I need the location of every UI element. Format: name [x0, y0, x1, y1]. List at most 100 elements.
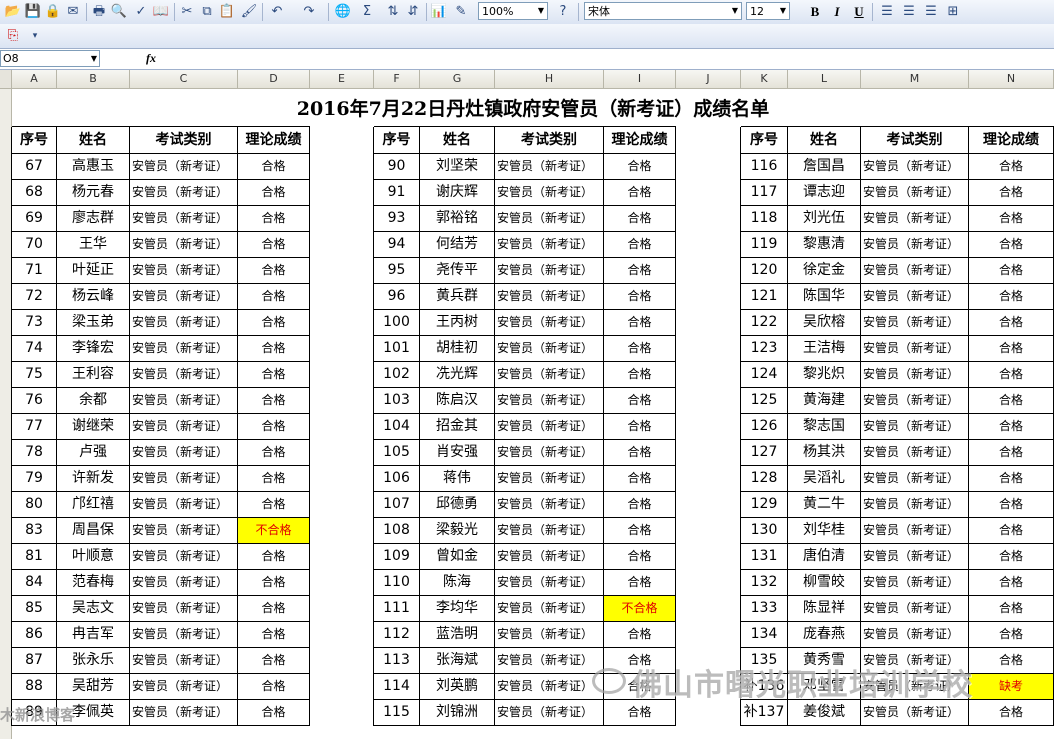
category-cell[interactable]: 安管员（新考证）: [861, 544, 969, 570]
name-cell[interactable]: 唐伯清: [788, 544, 861, 570]
seq-cell[interactable]: 114: [374, 674, 420, 700]
score-cell[interactable]: 合格: [604, 336, 676, 362]
score-cell[interactable]: 合格: [969, 232, 1054, 258]
category-cell[interactable]: 安管员（新考证）: [861, 258, 969, 284]
seq-cell[interactable]: 78: [12, 440, 57, 466]
category-cell[interactable]: 安管员（新考证）: [495, 258, 604, 284]
seq-cell[interactable]: 83: [12, 518, 57, 544]
score-cell[interactable]: 合格: [604, 570, 676, 596]
name-cell[interactable]: 詹国昌: [788, 154, 861, 180]
seq-cell[interactable]: 91: [374, 180, 420, 206]
align-right-icon[interactable]: ☰: [922, 3, 940, 21]
score-cell[interactable]: 合格: [604, 492, 676, 518]
underline-button[interactable]: U: [850, 3, 868, 21]
name-cell[interactable]: 邓坚雪: [788, 674, 861, 700]
seq-cell[interactable]: 133: [741, 596, 788, 622]
score-cell[interactable]: 合格: [604, 310, 676, 336]
seq-cell[interactable]: 69: [12, 206, 57, 232]
name-cell[interactable]: 王华: [57, 232, 130, 258]
category-cell[interactable]: 安管员（新考证）: [495, 700, 604, 726]
column-header-3[interactable]: C: [130, 70, 238, 89]
paste-icon[interactable]: 📋: [218, 3, 236, 21]
undo-icon[interactable]: ↶: [268, 3, 286, 21]
name-cell[interactable]: 蒋伟: [420, 466, 495, 492]
name-cell[interactable]: 高惠玉: [57, 154, 130, 180]
bold-button[interactable]: B: [806, 3, 824, 21]
formula-input[interactable]: [166, 51, 1046, 67]
category-cell[interactable]: 安管员（新考证）: [861, 674, 969, 700]
name-cell[interactable]: 王利容: [57, 362, 130, 388]
seq-cell[interactable]: 123: [741, 336, 788, 362]
open-icon[interactable]: 📂: [4, 3, 22, 21]
category-cell[interactable]: 安管员（新考证）: [495, 388, 604, 414]
category-cell[interactable]: 安管员（新考证）: [861, 596, 969, 622]
name-cell[interactable]: 肖安强: [420, 440, 495, 466]
score-cell[interactable]: 合格: [604, 466, 676, 492]
name-cell[interactable]: 黄二牛: [788, 492, 861, 518]
seq-cell[interactable]: 补137: [741, 700, 788, 726]
category-cell[interactable]: 安管员（新考证）: [495, 284, 604, 310]
score-cell[interactable]: 合格: [238, 310, 310, 336]
category-cell[interactable]: 安管员（新考证）: [130, 232, 238, 258]
name-cell[interactable]: 王丙树: [420, 310, 495, 336]
category-cell[interactable]: 安管员（新考证）: [861, 154, 969, 180]
name-cell[interactable]: 刘光伍: [788, 206, 861, 232]
seq-cell[interactable]: 118: [741, 206, 788, 232]
seq-cell[interactable]: 117: [741, 180, 788, 206]
name-cell[interactable]: 曾如金: [420, 544, 495, 570]
category-cell[interactable]: 安管员（新考证）: [495, 154, 604, 180]
seq-cell[interactable]: 68: [12, 180, 57, 206]
score-cell[interactable]: 合格: [238, 544, 310, 570]
category-cell[interactable]: 安管员（新考证）: [495, 674, 604, 700]
name-cell[interactable]: 吴甜芳: [57, 674, 130, 700]
column-header-8[interactable]: H: [495, 70, 604, 89]
seq-cell[interactable]: 94: [374, 232, 420, 258]
name-cell[interactable]: 黄海建: [788, 388, 861, 414]
seq-cell[interactable]: 102: [374, 362, 420, 388]
category-cell[interactable]: 安管员（新考证）: [495, 440, 604, 466]
chart-wizard-icon[interactable]: 📊: [430, 3, 448, 21]
name-cell[interactable]: 刘华桂: [788, 518, 861, 544]
name-cell[interactable]: 刘英鹏: [420, 674, 495, 700]
score-cell[interactable]: 合格: [969, 414, 1054, 440]
category-cell[interactable]: 安管员（新考证）: [130, 544, 238, 570]
help-icon[interactable]: ?: [554, 3, 572, 21]
seq-cell[interactable]: 74: [12, 336, 57, 362]
name-cell[interactable]: 陈启汉: [420, 388, 495, 414]
category-cell[interactable]: 安管员（新考证）: [861, 206, 969, 232]
name-cell[interactable]: 郭裕铭: [420, 206, 495, 232]
score-cell[interactable]: 合格: [604, 180, 676, 206]
score-cell[interactable]: 合格: [969, 466, 1054, 492]
score-cell[interactable]: 合格: [969, 544, 1054, 570]
name-cell[interactable]: 招金其: [420, 414, 495, 440]
column-header-13[interactable]: M: [861, 70, 969, 89]
category-cell[interactable]: 安管员（新考证）: [861, 622, 969, 648]
score-cell[interactable]: 合格: [604, 440, 676, 466]
seq-cell[interactable]: 100: [374, 310, 420, 336]
seq-cell[interactable]: 120: [741, 258, 788, 284]
score-cell[interactable]: 合格: [969, 596, 1054, 622]
score-cell[interactable]: 合格: [604, 388, 676, 414]
name-cell[interactable]: 谭志迎: [788, 180, 861, 206]
score-cell[interactable]: 合格: [238, 362, 310, 388]
name-cell[interactable]: 周昌保: [57, 518, 130, 544]
font-size-select[interactable]: 12 ▼: [746, 2, 790, 20]
name-cell[interactable]: 刘坚荣: [420, 154, 495, 180]
category-cell[interactable]: 安管员（新考证）: [861, 388, 969, 414]
name-cell[interactable]: 廖志群: [57, 206, 130, 232]
category-cell[interactable]: 安管员（新考证）: [495, 466, 604, 492]
autosum-icon[interactable]: Σ: [358, 3, 376, 21]
seq-cell[interactable]: 77: [12, 414, 57, 440]
category-cell[interactable]: 安管员（新考证）: [495, 310, 604, 336]
category-cell[interactable]: 安管员（新考证）: [861, 518, 969, 544]
name-cell[interactable]: 梁玉弟: [57, 310, 130, 336]
name-cell[interactable]: 黎惠清: [788, 232, 861, 258]
category-cell[interactable]: 安管员（新考证）: [495, 414, 604, 440]
column-header-7[interactable]: G: [420, 70, 495, 89]
sort-ascending-icon[interactable]: ⇅: [384, 3, 402, 21]
score-cell[interactable]: 合格: [969, 492, 1054, 518]
seq-cell[interactable]: 115: [374, 700, 420, 726]
name-cell[interactable]: 李锋宏: [57, 336, 130, 362]
score-cell[interactable]: 合格: [969, 206, 1054, 232]
column-header-5[interactable]: E: [310, 70, 374, 89]
